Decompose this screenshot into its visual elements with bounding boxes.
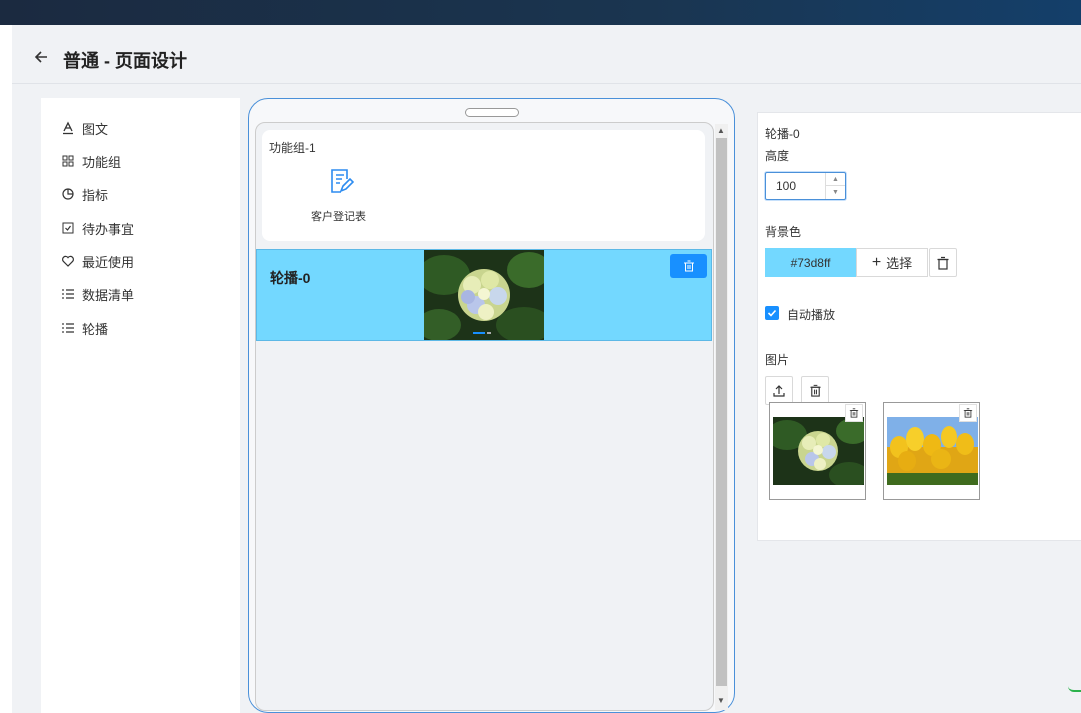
delete-all-images-button[interactable] <box>801 376 829 405</box>
corner-decoration <box>1068 686 1081 692</box>
bg-color-swatch[interactable]: #73d8ff <box>765 248 856 277</box>
form-edit-icon[interactable] <box>328 167 354 195</box>
clear-color-button[interactable] <box>929 248 957 277</box>
hydrangea-image <box>773 417 864 485</box>
palette-item-label: 最近使用 <box>82 254 135 270</box>
autoplay-checkbox[interactable] <box>765 306 779 320</box>
select-button-label: 选择 <box>886 256 913 271</box>
image-thumbnail-tulips[interactable] <box>883 402 980 500</box>
pie-chart-icon <box>61 187 75 201</box>
check-icon <box>767 309 777 317</box>
palette-item-label: 待办事宜 <box>82 221 135 237</box>
upload-image-button[interactable] <box>765 376 793 405</box>
palette-item-indicator[interactable]: 指标 <box>61 183 108 205</box>
window-top-bar <box>0 0 1081 25</box>
palette-item-recent[interactable]: 最近使用 <box>61 250 134 272</box>
page-title: 普通 - 页面设计 <box>63 51 187 71</box>
palette-item-func-group[interactable]: 功能组 <box>61 150 121 172</box>
stepper-down-icon[interactable]: ▼ <box>826 186 845 199</box>
height-value: 100 <box>776 179 797 193</box>
preview-scrollbar-thumb[interactable] <box>716 138 727 686</box>
autoplay-label[interactable]: 自动播放 <box>787 306 835 323</box>
list-icon <box>61 287 75 301</box>
component-name: 轮播-0 <box>765 127 800 141</box>
back-arrow-icon[interactable] <box>33 49 49 65</box>
height-label: 高度 <box>765 149 790 163</box>
tulips-image <box>887 417 978 485</box>
phone-speaker <box>465 108 519 117</box>
trash-icon <box>937 256 949 270</box>
palette-item-text[interactable]: 图文 <box>61 117 108 139</box>
palette-item-carousel[interactable]: 轮播 <box>61 317 108 339</box>
carousel-preview-image <box>424 250 544 340</box>
carousel-delete-button[interactable] <box>670 254 707 278</box>
stepper-up-icon[interactable]: ▲ <box>826 173 845 186</box>
palette-item-data-list[interactable]: 数据清单 <box>61 283 134 305</box>
grid-icon <box>61 154 75 168</box>
select-color-button[interactable]: + 选择 <box>856 248 928 277</box>
thumbnail-delete-button[interactable] <box>845 404 863 422</box>
heart-icon <box>61 254 75 268</box>
scroll-down-arrow-icon[interactable]: ▼ <box>717 696 725 705</box>
palette-item-label: 功能组 <box>82 154 122 170</box>
thumbnail-delete-button[interactable] <box>959 404 977 422</box>
plus-icon: + <box>871 253 882 271</box>
text-format-icon <box>61 121 75 135</box>
palette-item-todo[interactable]: 待办事宜 <box>61 217 134 239</box>
trash-icon <box>849 408 859 418</box>
upload-icon <box>773 384 785 397</box>
palette-item-label: 数据清单 <box>82 287 135 303</box>
trash-icon <box>683 260 694 272</box>
left-gutter <box>0 25 12 713</box>
func-item-label[interactable]: 客户登记表 <box>311 208 366 224</box>
func-group-title: 功能组-1 <box>269 141 316 155</box>
palette-item-label: 图文 <box>82 121 109 137</box>
trash-icon <box>963 408 973 418</box>
trash-icon <box>809 384 821 397</box>
images-label: 图片 <box>765 353 790 367</box>
palette-item-label: 轮播 <box>82 321 109 337</box>
height-stepper: ▲ ▼ <box>825 173 845 199</box>
height-number-input[interactable]: 100 ▲ ▼ <box>765 172 846 200</box>
checkbox-icon <box>61 221 75 235</box>
list-icon <box>61 321 75 335</box>
carousel-title: 轮播-0 <box>270 270 311 286</box>
bg-color-label: 背景色 <box>765 225 802 239</box>
palette-item-label: 指标 <box>82 187 109 203</box>
scroll-up-arrow-icon[interactable]: ▲ <box>717 126 725 135</box>
image-thumbnail-hydrangea[interactable] <box>769 402 866 500</box>
